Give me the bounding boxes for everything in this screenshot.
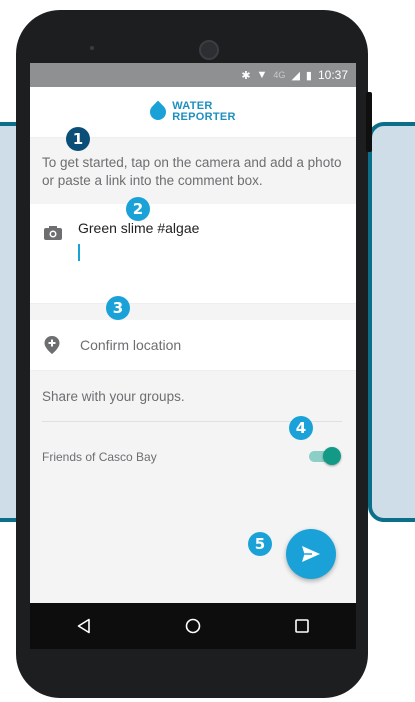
group-toggle[interactable] (309, 447, 341, 465)
signal-icon: ◢ (291, 69, 300, 82)
groups-title: Share with your groups. (42, 389, 185, 404)
app-logo: WATER REPORTER (172, 101, 236, 123)
android-nav-bar (30, 603, 356, 649)
callout-marker-1: 1 (66, 127, 90, 151)
comment-box[interactable]: Green slime #algae (30, 204, 356, 304)
send-button[interactable] (286, 529, 336, 579)
callout-marker-5: 5 (248, 532, 272, 556)
comment-input[interactable]: Green slime #algae (78, 220, 199, 236)
callout-marker-4: 4 (289, 416, 313, 440)
logo-line-2: REPORTER (172, 111, 236, 123)
callout-marker-2: 2 (126, 197, 150, 221)
status-time: 10:37 (317, 68, 348, 82)
send-icon (302, 546, 320, 562)
recents-button[interactable] (282, 606, 322, 646)
callout-marker-3: 3 (106, 296, 130, 320)
phone-sensor (90, 46, 94, 50)
battery-icon: ▮ (305, 69, 312, 82)
status-bar: ✱ ▼ 4G ◢ ▮ 10:37 (30, 63, 356, 87)
recents-icon (294, 619, 309, 633)
text-cursor (78, 244, 80, 261)
wifi-icon: ▼ (256, 69, 268, 81)
camera-icon[interactable] (44, 226, 62, 240)
callout-panel-right (368, 122, 415, 522)
back-icon (78, 618, 91, 634)
back-button[interactable] (64, 606, 104, 646)
confirm-location-row[interactable]: Confirm location (30, 320, 356, 371)
phone-earpiece (199, 40, 219, 60)
home-button[interactable] (173, 606, 213, 646)
section-spacer (30, 304, 356, 320)
bluetooth-icon: ✱ (241, 69, 251, 82)
network-type: 4G (273, 70, 286, 80)
location-pin-icon (44, 336, 60, 354)
toggle-thumb (323, 447, 341, 465)
confirm-location-label: Confirm location (80, 337, 182, 353)
group-name: Friends of Casco Bay (42, 450, 157, 464)
phone-side-button (366, 92, 372, 152)
water-drop-icon (146, 100, 170, 124)
home-icon (185, 618, 201, 634)
